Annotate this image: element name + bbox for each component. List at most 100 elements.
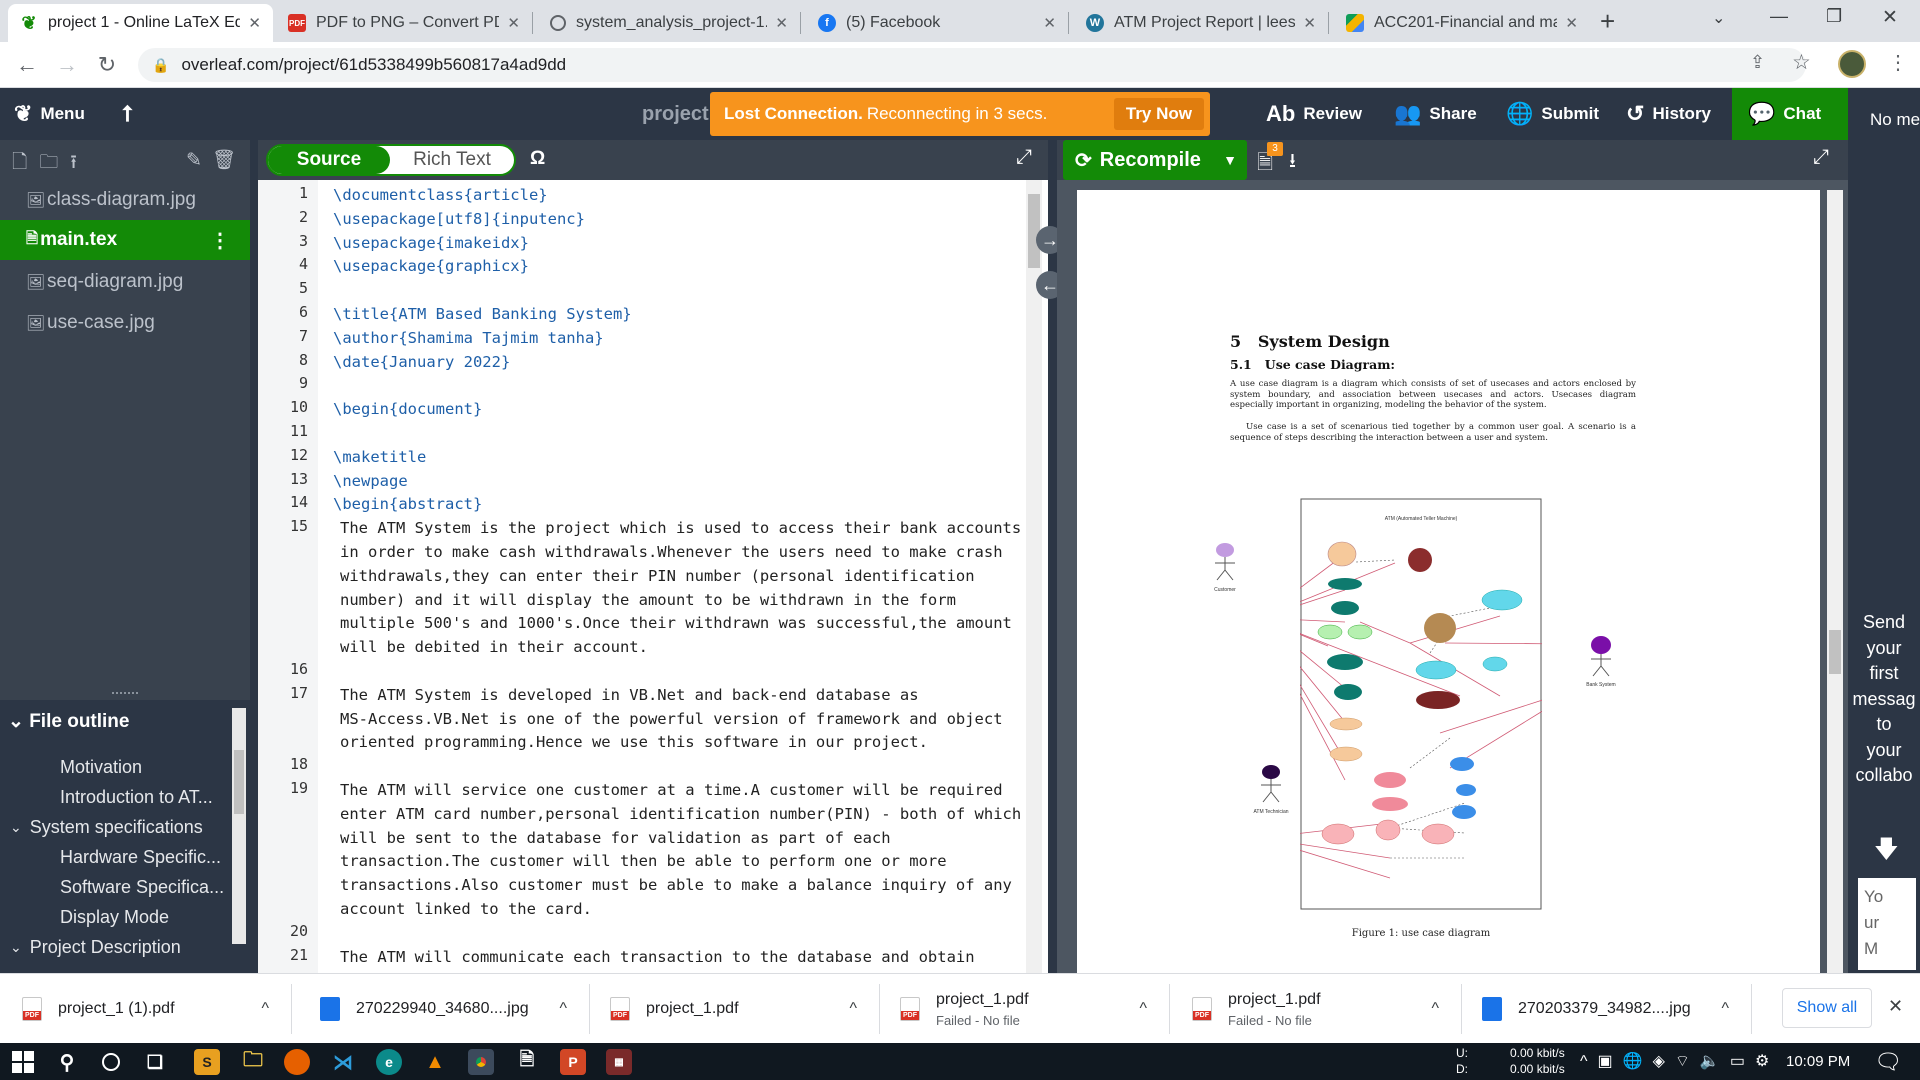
close-download-bar-icon[interactable]: ✕ [1888, 996, 1903, 1017]
chevron-up-icon[interactable]: ^ [261, 1000, 269, 1018]
minimize-window-icon[interactable]: — [1770, 6, 1788, 27]
gpu-icon[interactable]: ◈ [1653, 1053, 1675, 1070]
code-line[interactable]: \begin{abstract} [333, 493, 482, 517]
vlc-icon[interactable]: ▲ [422, 1049, 448, 1075]
restore-window-icon[interactable]: ❐ [1826, 6, 1842, 27]
source-tab[interactable]: Source [268, 146, 390, 174]
back-arrow-icon[interactable]: ← [12, 50, 42, 80]
task-view-icon[interactable]: ❏ [142, 1049, 168, 1075]
close-tab-icon[interactable]: ✕ [775, 14, 788, 32]
download-item[interactable]: PDF project_1.pdf Failed - No file ^ [1170, 984, 1462, 1034]
code-line[interactable]: \usepackage[utf8]{inputenc} [333, 208, 585, 232]
code-line[interactable]: The ATM System is developed in VB.Net an… [340, 684, 1003, 755]
delete-trash-icon[interactable]: 🗑 [212, 150, 246, 171]
chevron-up-icon[interactable]: ^ [849, 1000, 857, 1018]
history-button[interactable]: ↺ History [1626, 88, 1711, 140]
download-item[interactable]: 270203379_34982....jpg ^ [1460, 984, 1752, 1034]
browser-tab-system-analysis[interactable]: system_analysis_project-1.p ✕ [538, 4, 800, 42]
recompile-dropdown-caret-icon[interactable]: ▼ [1223, 152, 1237, 168]
download-item[interactable]: PDF project_1.pdf Failed - No file ^ [878, 984, 1170, 1034]
show-all-button[interactable]: Show all [1782, 988, 1872, 1028]
notifications-icon[interactable]: 🗨 [1874, 1049, 1902, 1075]
share-button[interactable]: 👥 Share [1394, 88, 1477, 140]
vscode-icon[interactable]: ⋊ [330, 1049, 356, 1075]
pdf-scrollbar[interactable] [1827, 190, 1843, 973]
outline-scrollbar[interactable] [232, 708, 246, 944]
chat-input[interactable]: Yo ur M [1858, 878, 1916, 970]
upload-icon[interactable]: ⭱ [70, 152, 89, 173]
panel-resize-handle[interactable] [112, 692, 138, 696]
close-tab-icon[interactable]: ✕ [1565, 14, 1578, 32]
forward-arrow-icon[interactable]: → [52, 50, 82, 80]
windows-start-icon[interactable] [12, 1051, 34, 1073]
browser-tab-pdf-png[interactable]: PDF PDF to PNG – Convert PDF ✕ [276, 4, 532, 42]
symbol-palette-button[interactable]: Ω [530, 148, 545, 170]
bookmark-star-icon[interactable]: ☆ [1792, 50, 1811, 75]
share-page-icon[interactable]: ⇪ [1750, 52, 1765, 73]
chat-button[interactable]: 💬 Chat [1732, 88, 1848, 140]
chrome-icon[interactable] [468, 1049, 494, 1075]
browser-tab-acc201[interactable]: ACC201-Financial and man ✕ [1334, 4, 1590, 42]
close-tab-icon[interactable]: ✕ [1043, 14, 1056, 32]
try-now-button[interactable]: Try Now [1113, 98, 1204, 130]
battery-icon[interactable]: ▭ [1730, 1053, 1755, 1070]
tab-search-chevron-icon[interactable]: ⌄ [1712, 8, 1725, 28]
file-menu-kebab-icon[interactable]: ⋮ [210, 228, 230, 253]
download-item[interactable]: 270229940_34680....jpg ^ [298, 984, 590, 1034]
close-tab-icon[interactable]: ✕ [248, 14, 261, 32]
app-icon[interactable]: ▦ [606, 1049, 632, 1075]
code-line[interactable]: The ATM will service one customer at a t… [340, 779, 1021, 922]
browser-tab-overleaf[interactable]: ❦ project 1 - Online LaTeX Ed ✕ [8, 4, 273, 42]
outline-item[interactable]: Introduction to AT... [60, 782, 228, 812]
chevron-up-icon[interactable]: ^ [1721, 1000, 1729, 1018]
browser-menu-icon[interactable]: ⋮ [1888, 50, 1908, 75]
expand-icon[interactable]: ⤢ [1016, 146, 1032, 169]
file-item-use-case[interactable]: 🖼 use-case.jpg [0, 303, 250, 343]
file-item-main-tex[interactable]: 🗎 main.tex ⋮ [0, 220, 250, 260]
reload-icon[interactable]: ↻ [92, 50, 122, 80]
code-line[interactable]: \begin{document} [333, 398, 482, 422]
system-tray[interactable]: ^▣🌐◈⌔🔈▭⚙ [1580, 1051, 1779, 1071]
firefox-icon[interactable] [284, 1049, 310, 1075]
browser-tab-facebook[interactable]: f (5) Facebook ✕ [806, 4, 1068, 42]
edge-icon[interactable]: e [376, 1049, 402, 1075]
menu-button[interactable]: ❦ Menu [14, 88, 85, 140]
home-up-arrow-icon[interactable]: ⭡ [122, 88, 132, 140]
browser-tab-atm-report[interactable]: W ATM Project Report | leesys ✕ [1074, 4, 1328, 42]
sidebar-resize-bar[interactable] [250, 140, 258, 973]
code-line[interactable]: The ATM will communicate each transactio… [340, 946, 975, 970]
close-tab-icon[interactable]: ✕ [1303, 14, 1316, 32]
review-button[interactable]: Ab Review [1266, 88, 1362, 140]
rename-pencil-icon[interactable]: ✎ [186, 150, 212, 171]
outline-item[interactable]: Software Specifica... [60, 872, 228, 902]
volume-icon[interactable]: 🔈 [1700, 1053, 1730, 1070]
editor-scrollbar[interactable] [1026, 180, 1042, 973]
code-line[interactable]: \author{Shamima Tajmim tanha} [333, 327, 604, 351]
recompile-button[interactable]: ⟳ Recompile ▼ [1063, 140, 1247, 180]
file-explorer-icon[interactable]: 🗀 [240, 1049, 266, 1075]
language-globe-icon[interactable]: 🌐 [1623, 1053, 1653, 1070]
code-line[interactable]: \usepackage{graphicx} [333, 255, 529, 279]
clock-time[interactable]: 10:09 PM [1786, 1053, 1850, 1070]
scroll-thumb[interactable] [234, 750, 244, 814]
chevron-up-icon[interactable]: ^ [1431, 1000, 1439, 1018]
new-tab-button[interactable]: + [1600, 6, 1615, 37]
code-line[interactable]: \newpage [333, 470, 408, 494]
pane-divider[interactable] [1048, 140, 1057, 973]
outline-section[interactable]: ⌄ Project Description [10, 932, 240, 962]
code-line[interactable]: \usepackage{imakeidx} [333, 232, 529, 256]
expand-icon[interactable]: ⤢ [1813, 146, 1829, 169]
outline-item[interactable]: Motivation [60, 752, 228, 782]
outline-item[interactable]: Display Mode [60, 902, 228, 932]
powerpoint-icon[interactable]: P [560, 1049, 586, 1075]
project-name[interactable]: project [642, 88, 709, 140]
meet-icon[interactable]: ▣ [1598, 1053, 1623, 1070]
new-folder-icon[interactable]: 🗀 [39, 152, 70, 173]
url-field[interactable]: 🔒 overleaf.com/project/61d5338499b560817… [138, 48, 1806, 82]
close-window-icon[interactable]: ✕ [1882, 6, 1898, 29]
chevron-up-icon[interactable]: ^ [1139, 1000, 1147, 1018]
file-item-class-diagram[interactable]: 🖼 class-diagram.jpg [0, 180, 250, 220]
code-line[interactable]: \maketitle [333, 446, 426, 470]
wifi-icon[interactable]: ⌔ [1675, 1053, 1700, 1070]
file-item-seq-diagram[interactable]: 🖼 seq-diagram.jpg [0, 262, 250, 302]
